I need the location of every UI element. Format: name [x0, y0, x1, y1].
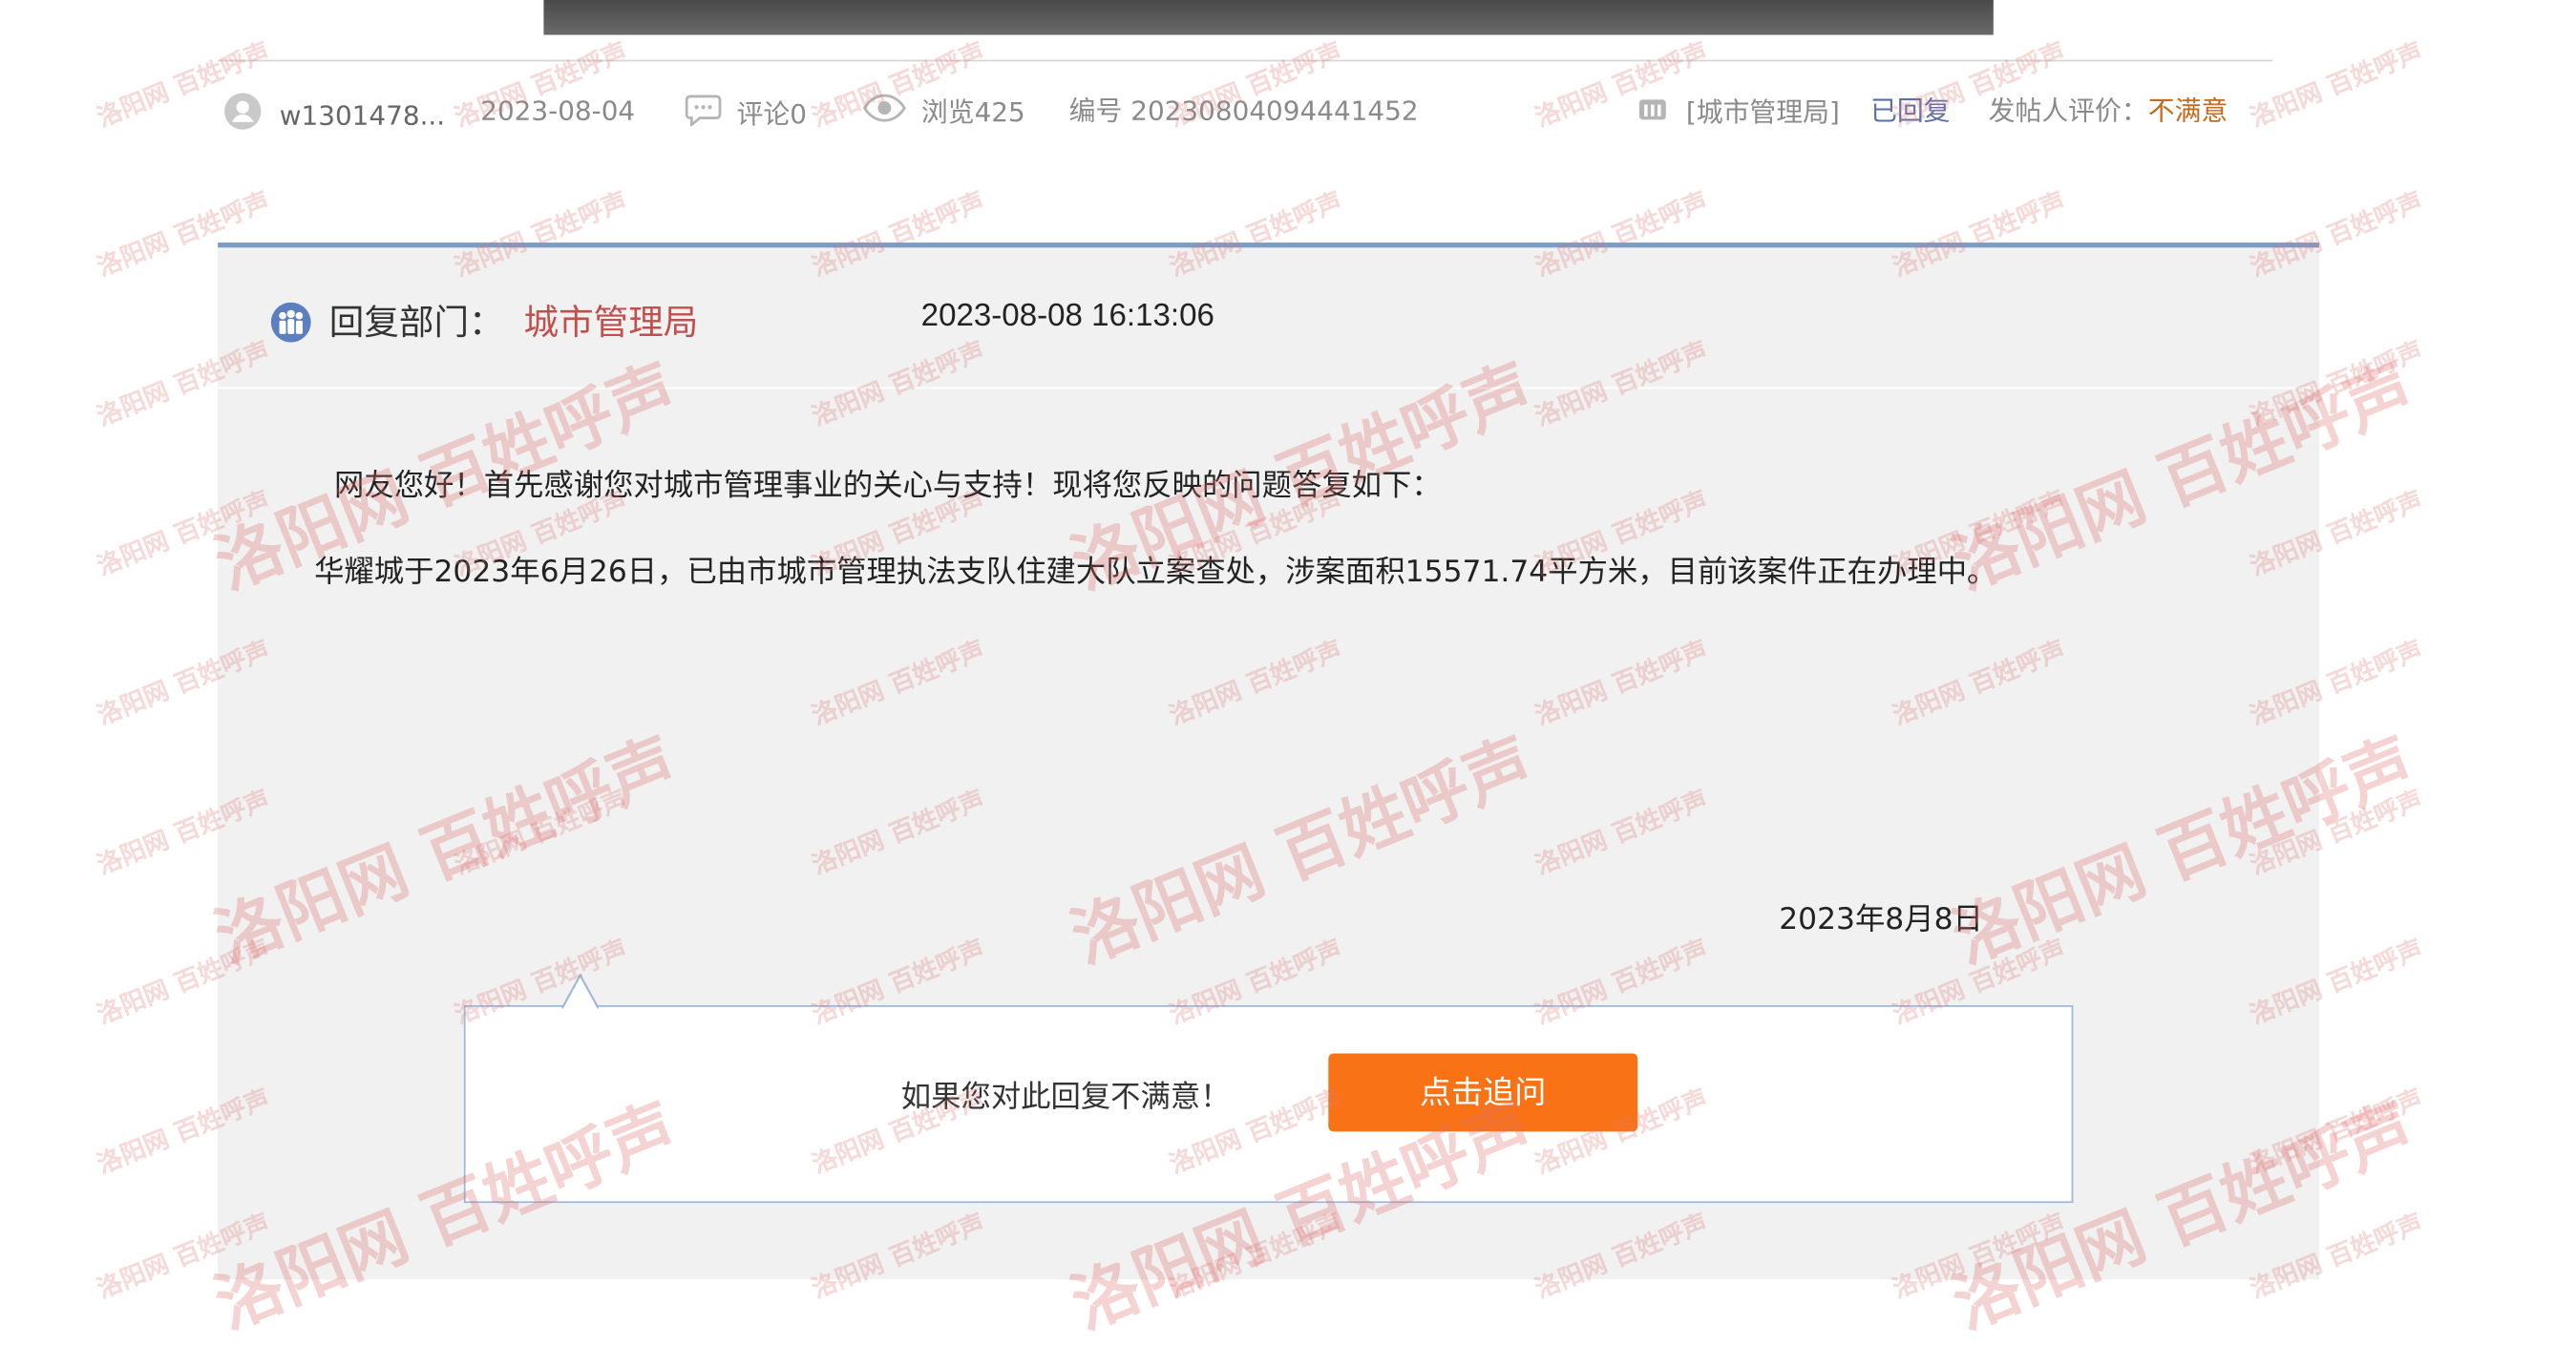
divider [218, 59, 2273, 62]
comment-count-label: 评论0 [736, 96, 808, 129]
followup-box: 如果您对此回复不满意！ 点击追问 [463, 973, 2074, 1204]
reply-header: 回复部门： 城市管理局 2023-08-08 16:13:06 [218, 247, 2320, 389]
reply-panel: 回复部门： 城市管理局 2023-08-08 16:13:06 网友您好！首先感… [218, 242, 2320, 1280]
watermark: 洛阳网 百姓呼声 [2246, 36, 2427, 134]
reply-time: 2023-08-08 16:13:06 [920, 299, 1214, 334]
post-number: 编号 20230804094441452 [1068, 95, 1419, 127]
rating-label: 发帖人评价： [1988, 95, 2148, 127]
eye-icon [862, 93, 906, 133]
reply-dept-label: 回复部门： [328, 302, 504, 343]
reply-greeting: 网友您好！首先感谢您对城市管理事业的关心与支持！现将您反映的问题答复如下： [334, 468, 1442, 504]
user-icon [224, 93, 262, 139]
status-badge: 已回复 [1869, 95, 1951, 127]
followup-button[interactable]: 点击追问 [1328, 1053, 1638, 1132]
author-info[interactable]: w1301478... [224, 93, 445, 131]
view-count-label: 浏览425 [920, 95, 1025, 128]
department-icon [1637, 93, 1667, 133]
rating: 发帖人评价：不满意 [1989, 93, 2228, 129]
reply-content: 华耀城于2023年6月26日，已由市城市管理执法支队住建大队立案查处，涉案面积1… [314, 555, 1997, 590]
department-icon [269, 302, 312, 349]
post-image [543, 0, 1994, 35]
reply-sign-date: 2023年8月8日 [1779, 902, 1983, 937]
comment-count[interactable]: 评论0 [685, 93, 807, 129]
department-tag-label[interactable]: [城市管理局] [1686, 95, 1840, 127]
author-name[interactable]: w1301478... [280, 99, 445, 131]
department-tag[interactable]: [城市管理局] [1637, 93, 1840, 129]
rating-value: 不满意 [2147, 95, 2228, 127]
view-count: 浏览425 [862, 93, 1025, 129]
post-date: 2023-08-04 [480, 95, 636, 127]
comment-icon [685, 93, 722, 136]
reply-dept-name[interactable]: 城市管理局 [524, 296, 699, 346]
followup-prompt: 如果您对此回复不满意！ [900, 1080, 1231, 1115]
